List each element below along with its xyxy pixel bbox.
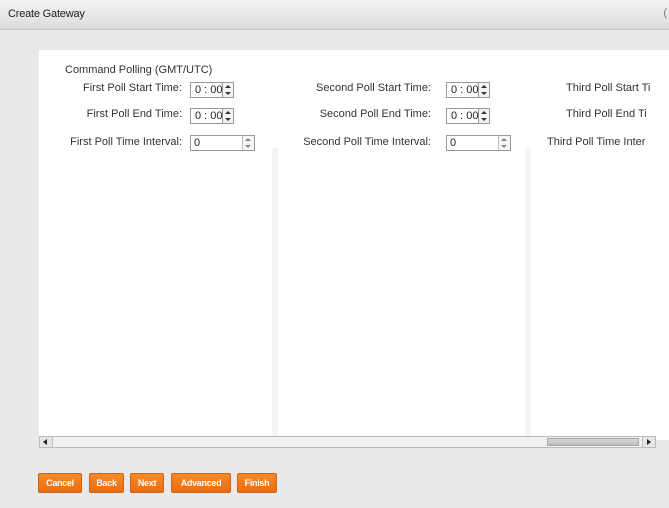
first-poll-start-label: First Poll Start Time: bbox=[82, 82, 182, 94]
first-poll-interval-field[interactable]: 0 bbox=[190, 135, 255, 151]
time-spinner[interactable] bbox=[478, 83, 489, 97]
window-title: Create Gateway bbox=[8, 8, 85, 20]
horizontal-scrollbar[interactable] bbox=[39, 436, 656, 448]
title-bar: Create Gateway ( bbox=[0, 0, 669, 30]
cancel-button[interactable]: Cancel bbox=[38, 473, 82, 493]
third-poll-interval-label: Third Poll Time Inter bbox=[547, 136, 646, 148]
time-value: 0 : 00 bbox=[195, 110, 223, 122]
second-poll-start-label: Second Poll Start Time: bbox=[316, 82, 431, 94]
scroll-thumb[interactable] bbox=[547, 438, 639, 446]
first-poll-end-time-field[interactable]: 0 : 00 bbox=[190, 108, 234, 124]
time-spinner[interactable] bbox=[478, 109, 489, 123]
first-poll-start-time-field[interactable]: 0 : 00 bbox=[190, 82, 234, 98]
time-value: 0 : 00 bbox=[451, 84, 479, 96]
next-button[interactable]: Next bbox=[130, 473, 164, 493]
column-divider bbox=[272, 148, 278, 438]
third-poll-end-label: Third Poll End Ti bbox=[566, 108, 647, 120]
column-divider bbox=[525, 148, 531, 438]
interval-value: 0 bbox=[194, 137, 201, 149]
interval-spinner[interactable] bbox=[498, 136, 510, 150]
advanced-button[interactable]: Advanced bbox=[171, 473, 231, 493]
finish-button[interactable]: Finish bbox=[237, 473, 277, 493]
time-spinner[interactable] bbox=[222, 83, 233, 97]
first-poll-interval-label: First Poll Time Interval: bbox=[70, 136, 182, 148]
time-value: 0 : 00 bbox=[195, 84, 223, 96]
back-button[interactable]: Back bbox=[89, 473, 124, 493]
first-poll-end-label: First Poll End Time: bbox=[86, 108, 182, 120]
interval-spinner[interactable] bbox=[242, 136, 254, 150]
arrow-right-icon bbox=[647, 439, 651, 445]
interval-value: 0 bbox=[450, 137, 457, 149]
second-poll-end-time-field[interactable]: 0 : 00 bbox=[446, 108, 490, 124]
time-value: 0 : 00 bbox=[451, 110, 479, 122]
scroll-right-button[interactable] bbox=[642, 437, 655, 447]
third-poll-start-label: Third Poll Start Ti bbox=[566, 82, 651, 94]
second-poll-start-time-field[interactable]: 0 : 00 bbox=[446, 82, 490, 98]
second-poll-end-label: Second Poll End Time: bbox=[319, 108, 431, 120]
section-title: Command Polling (GMT/UTC) bbox=[65, 64, 213, 76]
second-poll-interval-field[interactable]: 0 bbox=[446, 135, 511, 151]
arrow-left-icon bbox=[43, 439, 47, 445]
time-spinner[interactable] bbox=[222, 109, 233, 123]
close-icon[interactable]: ( bbox=[663, 7, 667, 19]
second-poll-interval-label: Second Poll Time Interval: bbox=[303, 136, 431, 148]
scroll-left-button[interactable] bbox=[40, 437, 53, 447]
